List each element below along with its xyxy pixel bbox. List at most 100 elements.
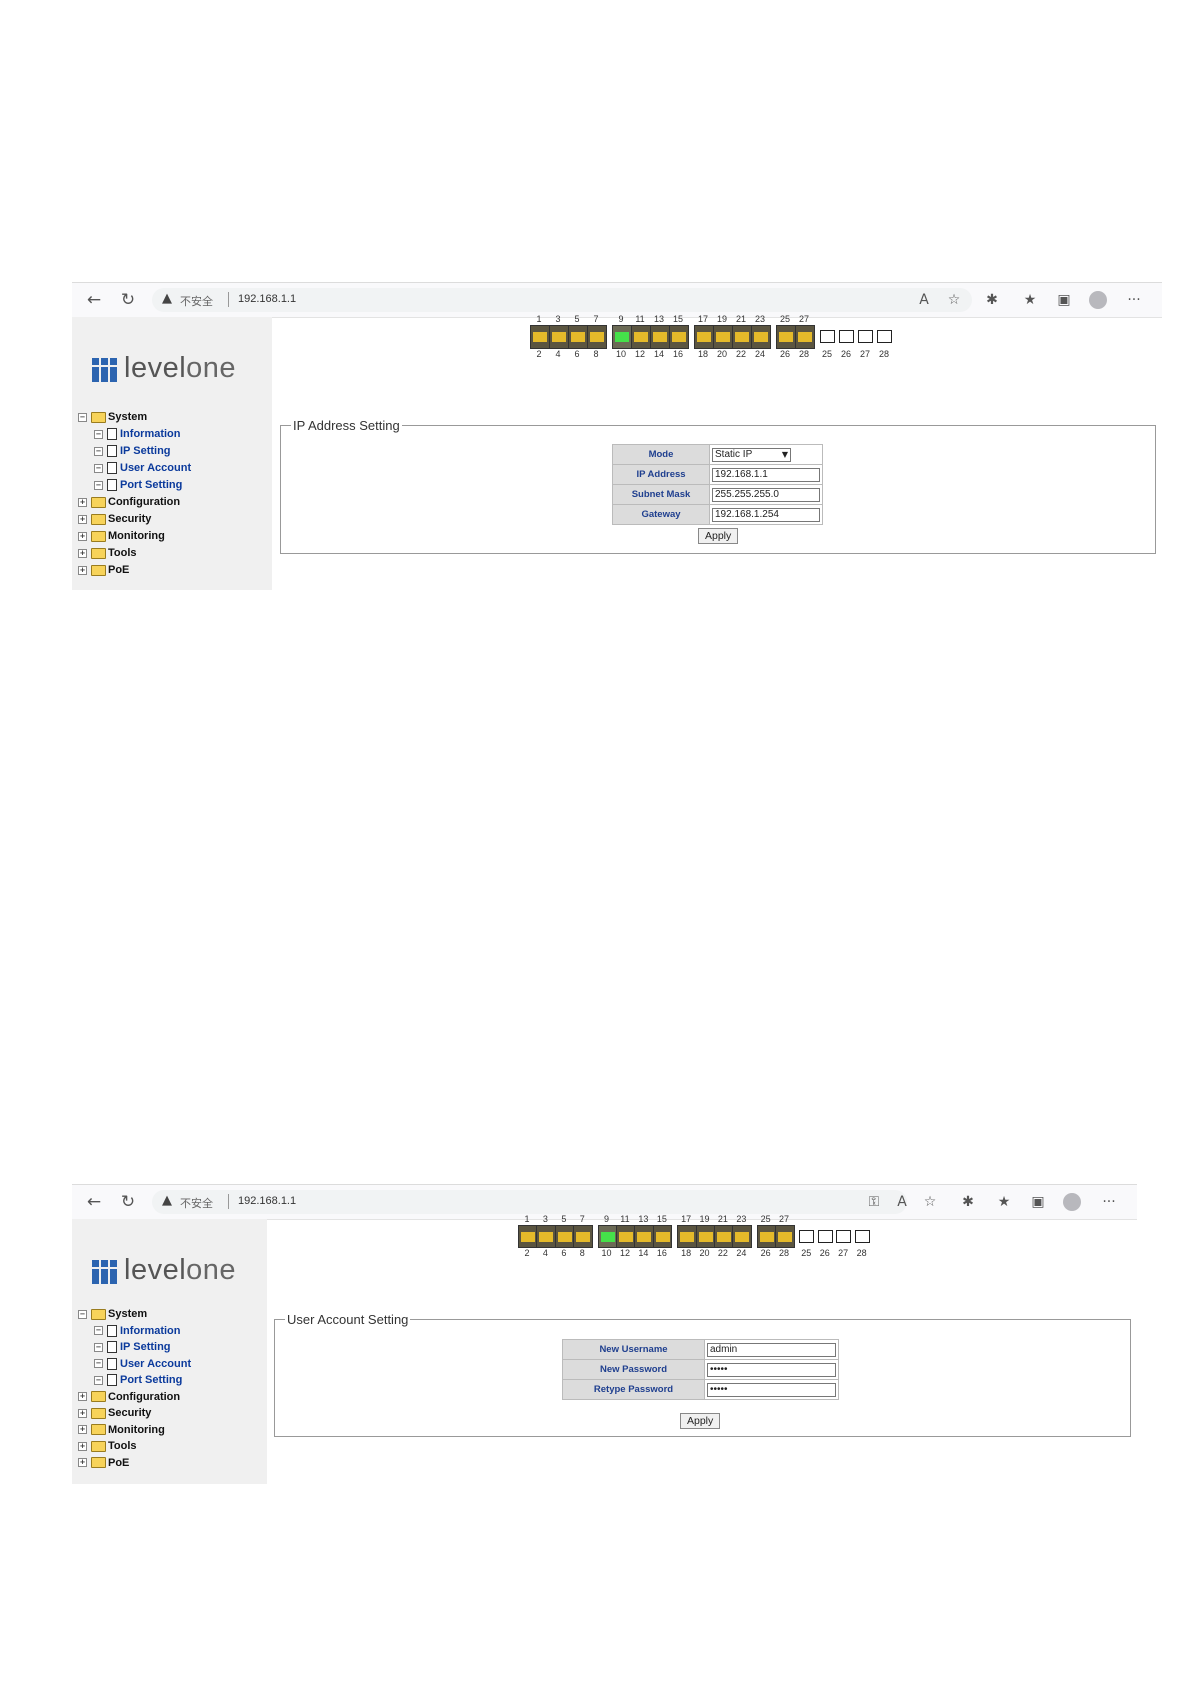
more-icon[interactable]: ···: [1122, 288, 1146, 312]
ethernet-port-icon[interactable]: [554, 1225, 575, 1249]
ethernet-port-icon[interactable]: [732, 325, 752, 349]
profile-icon[interactable]: [1063, 1193, 1081, 1211]
tree-port-setting[interactable]: − Port Setting: [78, 479, 191, 496]
key-icon[interactable]: ⚿: [862, 1190, 886, 1214]
new-username-input[interactable]: admin: [707, 1342, 836, 1357]
ethernet-port-icon[interactable]: [652, 1225, 673, 1249]
ethernet-port-icon[interactable]: [568, 325, 588, 349]
tree-system[interactable]: − System: [78, 1308, 191, 1325]
expand-icon[interactable]: +: [78, 531, 87, 541]
folder-icon: [91, 1424, 106, 1436]
ethernet-port-icon[interactable]: [634, 1225, 654, 1249]
tree-information[interactable]: − Information: [78, 1325, 191, 1342]
tree-configuration[interactable]: + Configuration: [78, 496, 191, 513]
sfp-port-icon[interactable]: [839, 330, 854, 343]
ethernet-port-icon[interactable]: [795, 325, 815, 349]
ip-address-input[interactable]: 192.168.1.1: [712, 467, 820, 482]
ethernet-port-icon[interactable]: [536, 1225, 556, 1249]
ethernet-port-icon[interactable]: [549, 325, 569, 349]
expand-icon[interactable]: +: [78, 1441, 87, 1451]
apply-button[interactable]: Apply: [698, 528, 739, 544]
collapse-icon[interactable]: −: [78, 1309, 87, 1319]
expand-icon[interactable]: +: [78, 1408, 87, 1418]
expand-icon[interactable]: +: [78, 1425, 87, 1435]
sfp-port-icon[interactable]: [820, 330, 835, 343]
ethernet-port-icon[interactable]: [732, 1225, 752, 1249]
mode-select[interactable]: Static IP ▼: [712, 447, 791, 462]
ethernet-port-icon[interactable]: [530, 325, 550, 349]
profile-icon[interactable]: [1089, 291, 1107, 309]
add-favorite-icon[interactable]: ☆: [918, 1190, 942, 1214]
ethernet-port-icon[interactable]: [775, 1225, 795, 1249]
ethernet-port-icon[interactable]: [713, 1225, 734, 1249]
collections-icon[interactable]: ▣: [1026, 1190, 1050, 1214]
ethernet-port-icon[interactable]: [694, 325, 714, 349]
collapse-icon[interactable]: −: [78, 412, 87, 422]
new-password-input[interactable]: •••••: [707, 1362, 836, 1377]
extensions-icon[interactable]: ✱: [956, 1190, 980, 1214]
sfp-port-icon[interactable]: [836, 1230, 852, 1243]
add-favorite-icon[interactable]: ☆: [942, 288, 966, 312]
expand-icon[interactable]: +: [78, 497, 87, 507]
ethernet-port-icon[interactable]: [751, 325, 771, 349]
tree-tools[interactable]: + Tools: [78, 1440, 191, 1457]
expand-icon[interactable]: +: [78, 565, 87, 575]
tree-security[interactable]: + Security: [78, 513, 191, 530]
more-icon[interactable]: ···: [1097, 1190, 1121, 1214]
ethernet-port-icon[interactable]: [776, 325, 796, 349]
ethernet-port-icon[interactable]: [713, 325, 733, 349]
favorites-icon[interactable]: ★: [1018, 288, 1042, 312]
ethernet-port-icon[interactable]: [756, 1225, 777, 1249]
favorites-icon[interactable]: ★: [992, 1190, 1016, 1214]
port-number-label: 23: [736, 1214, 747, 1224]
address-bar[interactable]: ▲ 不安全 192.168.1.1: [152, 1190, 907, 1214]
expand-icon[interactable]: +: [78, 1458, 87, 1468]
tree-monitoring[interactable]: + Monitoring: [78, 530, 191, 547]
tree-tools[interactable]: + Tools: [78, 547, 191, 564]
refresh-icon[interactable]: ↻: [116, 288, 140, 312]
expand-icon[interactable]: +: [78, 548, 87, 558]
tree-security[interactable]: + Security: [78, 1407, 191, 1424]
subnet-mask-input[interactable]: 255.255.255.0: [712, 487, 820, 502]
sfp-port-icon[interactable]: [817, 1230, 833, 1243]
expand-icon[interactable]: +: [78, 1392, 87, 1402]
tree-configuration[interactable]: + Configuration: [78, 1391, 191, 1408]
tree-user-account[interactable]: − User Account: [78, 1358, 191, 1375]
address-bar[interactable]: ▲ 不安全 192.168.1.1: [152, 288, 972, 312]
extensions-icon[interactable]: ✱: [980, 288, 1004, 312]
ethernet-port-icon[interactable]: [677, 1225, 697, 1249]
ethernet-port-icon[interactable]: [615, 1225, 636, 1249]
sfp-port-icon[interactable]: [858, 330, 873, 343]
ethernet-port-icon[interactable]: [631, 325, 651, 349]
sfp-port-icon[interactable]: [854, 1230, 870, 1243]
gateway-input[interactable]: 192.168.1.254: [712, 507, 820, 522]
sfp-port-icon[interactable]: [799, 1230, 815, 1243]
ethernet-port-icon[interactable]: [612, 325, 632, 349]
ethernet-port-icon[interactable]: [669, 325, 689, 349]
ethernet-port-icon[interactable]: [518, 1225, 538, 1249]
sfp-port-icon[interactable]: [877, 330, 892, 343]
retype-password-input[interactable]: •••••: [707, 1382, 836, 1397]
refresh-icon[interactable]: ↻: [116, 1190, 140, 1214]
tree-monitoring[interactable]: + Monitoring: [78, 1424, 191, 1441]
ethernet-port-icon[interactable]: [587, 325, 607, 349]
tree-poe[interactable]: + PoE: [78, 1457, 191, 1474]
tree-poe[interactable]: + PoE: [78, 564, 191, 581]
tree-information[interactable]: − Information: [78, 428, 191, 445]
tree-user-account[interactable]: − User Account: [78, 462, 191, 479]
back-icon[interactable]: ←: [82, 288, 106, 312]
ethernet-port-icon[interactable]: [597, 1225, 617, 1249]
collections-icon[interactable]: ▣: [1052, 288, 1076, 312]
tree-ip-setting[interactable]: − IP Setting: [78, 445, 191, 462]
back-icon[interactable]: ←: [82, 1190, 106, 1214]
expand-icon[interactable]: +: [78, 514, 87, 524]
tree-system[interactable]: − System: [78, 411, 191, 428]
ethernet-port-icon[interactable]: [695, 1225, 715, 1249]
ethernet-port-icon[interactable]: [650, 325, 670, 349]
read-aloud-icon[interactable]: A: [890, 1190, 914, 1214]
apply-button[interactable]: Apply: [680, 1413, 721, 1429]
ethernet-port-icon[interactable]: [573, 1225, 593, 1249]
tree-ip-setting[interactable]: − IP Setting: [78, 1341, 191, 1358]
tree-port-setting[interactable]: − Port Setting: [78, 1374, 191, 1391]
read-aloud-icon[interactable]: A: [912, 288, 936, 312]
